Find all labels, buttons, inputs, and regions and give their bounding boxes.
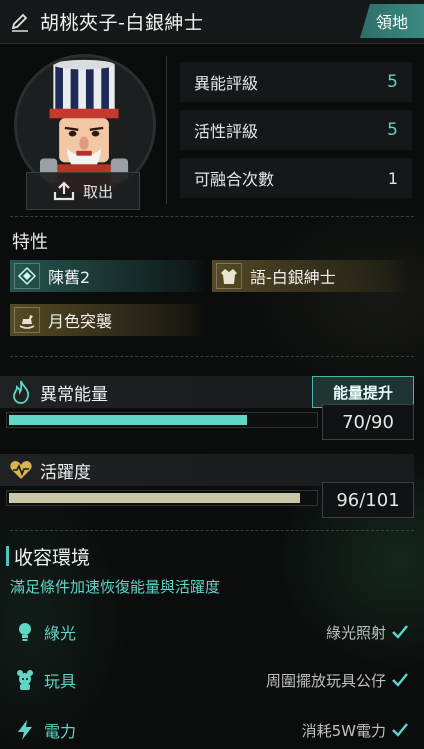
diamond-icon	[14, 263, 40, 289]
toy-icon	[17, 670, 33, 690]
vertical-divider	[166, 56, 167, 204]
trait-tag-moonlight-raid[interactable]: 月色突襲	[10, 304, 206, 336]
env-name: 綠光	[44, 624, 77, 643]
lightbulb-icon	[19, 623, 31, 641]
anomaly-energy-bar	[6, 412, 318, 428]
check-icon	[392, 625, 408, 639]
check-icon	[392, 673, 408, 687]
anomaly-energy-label: 異常能量	[40, 384, 108, 405]
export-arrow-icon	[53, 181, 75, 201]
env-name: 電力	[44, 722, 77, 741]
environment-title: 收容環境	[14, 547, 91, 569]
stat-row-activity-rating: 活性評級 5	[180, 110, 412, 150]
traits-section-label: 特性	[12, 232, 48, 253]
section-divider	[10, 216, 414, 217]
trait-label: 陳舊2	[48, 268, 91, 287]
activity-fill	[9, 493, 300, 503]
lightning-icon	[18, 720, 32, 740]
export-button[interactable]: 取出	[26, 172, 140, 210]
activity-value: 96/101	[322, 482, 414, 518]
trait-label: 語-白銀紳士	[250, 268, 336, 287]
environment-subtitle: 滿足條件加速恢復能量與活躍度	[10, 578, 221, 596]
stat-value: 5	[387, 72, 398, 92]
env-name: 玩具	[44, 672, 77, 691]
stat-label: 活性評級	[194, 122, 259, 141]
export-label: 取出	[82, 182, 113, 201]
environment-title-marker	[6, 546, 9, 566]
rocking-horse-icon	[14, 307, 40, 333]
stat-row-ability-rating: 異能評級 5	[180, 62, 412, 102]
anomaly-energy-value: 70/90	[322, 404, 414, 440]
header-bar: 胡桃夾子-白銀紳士 領地	[0, 0, 424, 44]
env-row-toy: 玩具 周圍擺放玩具公仔	[0, 665, 424, 695]
section-divider	[10, 530, 414, 531]
env-row-electricity: 電力 消耗5W電力	[0, 715, 424, 745]
trait-tag-silver-gentleman[interactable]: 語-白銀紳士	[212, 260, 408, 292]
env-row-green-light: 綠光 綠光照射	[0, 617, 424, 647]
section-divider	[10, 356, 414, 357]
stat-row-fusion-count: 可融合次數 1	[180, 158, 412, 198]
env-condition: 綠光照射	[325, 623, 386, 642]
trait-tag-obsolete[interactable]: 陳舊2	[10, 260, 206, 292]
check-icon	[392, 723, 408, 737]
stat-label: 可融合次數	[194, 170, 275, 189]
anomaly-energy-fill	[9, 415, 247, 425]
flame-icon	[13, 380, 29, 404]
stat-label: 異能評級	[194, 74, 259, 93]
edit-pencil-icon[interactable]	[10, 12, 30, 32]
territory-button[interactable]: 領地	[360, 4, 424, 38]
page-title: 胡桃夾子-白銀紳士	[40, 12, 204, 34]
stat-value: 1	[387, 168, 398, 188]
env-condition: 周圍擺放玩具公仔	[265, 671, 386, 690]
activity-label: 活躍度	[40, 462, 91, 483]
coat-icon	[216, 263, 242, 289]
stat-value: 5	[387, 120, 398, 140]
env-condition: 消耗5W電力	[301, 721, 386, 740]
heartbeat-icon	[10, 461, 32, 479]
activity-bar	[6, 490, 318, 506]
trait-label: 月色突襲	[48, 312, 113, 331]
